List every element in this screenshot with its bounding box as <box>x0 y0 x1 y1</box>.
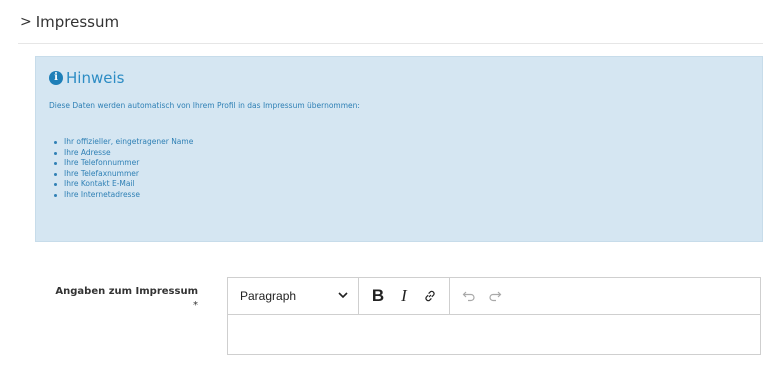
notice-list: Ihr offizieller, eingetragener Name Ihre… <box>51 137 193 200</box>
list-item: Ihre Internetadresse <box>53 190 193 201</box>
notice-title: Hinweis <box>66 69 125 87</box>
block-format-select[interactable]: Paragraph <box>228 278 359 314</box>
info-notice: i Hinweis Diese Daten werden automatisch… <box>35 56 763 242</box>
field-label: Angaben zum Impressum * <box>38 285 198 313</box>
list-item: Ihre Adresse <box>53 148 193 159</box>
redo-icon[interactable] <box>484 284 506 308</box>
editor-content[interactable] <box>228 315 760 354</box>
bold-button[interactable]: B <box>367 284 389 308</box>
chevron-down-icon <box>338 291 348 302</box>
rich-text-editor: Paragraph B I <box>227 277 761 355</box>
undo-icon[interactable] <box>458 284 480 308</box>
required-marker: * <box>193 300 198 311</box>
history-group <box>450 278 514 314</box>
section-header[interactable]: > Impressum <box>18 0 763 44</box>
link-icon[interactable] <box>419 284 441 308</box>
page: > Impressum i Hinweis Diese Daten werden… <box>0 0 763 370</box>
block-format-label: Paragraph <box>240 289 297 303</box>
notice-header: i Hinweis <box>49 69 124 87</box>
italic-button[interactable]: I <box>393 284 415 308</box>
editor-toolbar: Paragraph B I <box>228 278 760 315</box>
notice-text: Diese Daten werden automatisch von Ihrem… <box>49 101 360 110</box>
list-item: Ihre Kontakt E-Mail <box>53 179 193 190</box>
list-item: Ihr offizieller, eingetragener Name <box>53 137 194 146</box>
chevron-right-icon[interactable]: > <box>20 14 32 30</box>
list-item: Ihre Telefaxnummer <box>53 169 193 180</box>
section-title[interactable]: Impressum <box>36 13 119 31</box>
format-group: B I <box>359 278 450 314</box>
field-label-text: Angaben zum Impressum <box>55 286 198 297</box>
list-item: Ihre Telefonnummer <box>53 158 193 169</box>
info-circle-icon: i <box>49 71 63 85</box>
